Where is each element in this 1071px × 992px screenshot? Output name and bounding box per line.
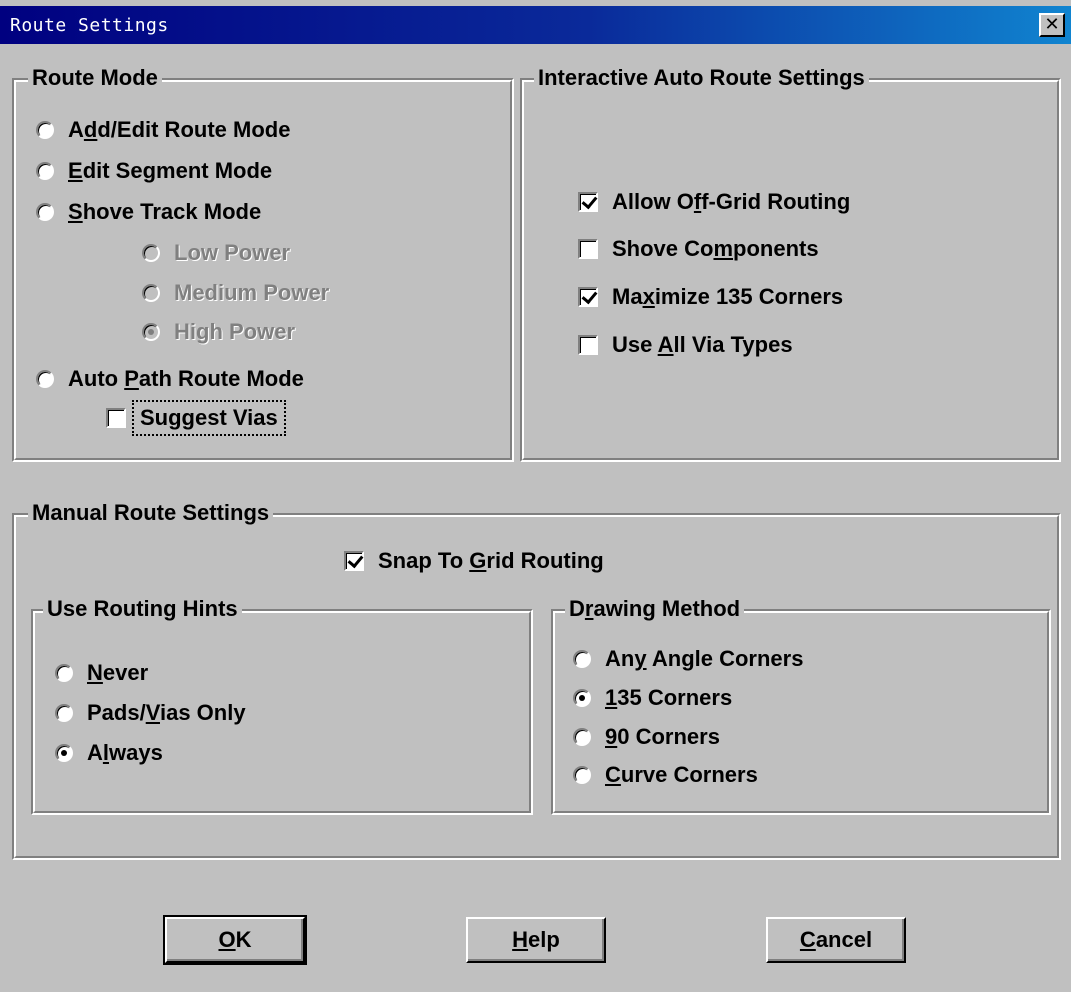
allow-off-grid-routing-label: Allow Off-Grid Routing [612,189,851,214]
checkbox-indicator [578,287,598,307]
low-power-label: Low Power [174,240,291,265]
interactive-auto-route-group: Interactive Auto Route Settings Allow Of… [520,63,1061,462]
radio-indicator [142,244,160,262]
use-all-via-types-checkbox[interactable]: Use All Via Types [578,331,793,359]
radio-indicator [142,284,160,302]
medium-power-label: Medium Power [174,280,330,305]
radio-indicator [36,370,54,388]
ok-label: OK [218,927,252,952]
radio-indicator [573,650,591,668]
always-radio[interactable]: Always [55,739,163,767]
low-power-radio[interactable]: Low Power [142,239,290,267]
pads-vias-only-radio[interactable]: Pads/Vias Only [55,699,246,727]
checkbox-indicator [578,192,598,212]
shove-components-label: Shove Components [612,236,819,261]
auto-path-route-mode-radio[interactable]: Auto Path Route Mode [36,365,304,393]
close-button[interactable]: ✕ [1039,13,1065,37]
135-corners-radio[interactable]: 135 Corners [573,684,732,712]
cancel-button[interactable]: Cancel [766,917,906,963]
radio-indicator [36,162,54,180]
add-edit-route-mode-label: Add/Edit Route Mode [68,117,291,142]
title-bar: Route Settings ✕ [0,6,1071,44]
manual-route-settings-group: Manual Route Settings Snap To Grid Routi… [12,498,1061,860]
suggest-vias-checkbox[interactable]: Suggest Vias [106,400,286,436]
curve-corners-label: Curve Corners [605,762,758,787]
edit-segment-mode-radio[interactable]: Edit Segment Mode [36,157,272,185]
checkbox-indicator [578,239,598,259]
radio-indicator [573,728,591,746]
always-label: Always [87,740,163,765]
pads-vias-only-label: Pads/Vias Only [87,700,246,725]
route-mode-legend: Route Mode [28,63,162,93]
manual-route-settings-legend: Manual Route Settings [28,498,274,528]
radio-indicator [55,744,73,762]
route-settings-dialog: Route Settings ✕ Route Mode Add/Edit Rou… [0,0,1071,992]
medium-power-radio[interactable]: Medium Power [142,279,329,307]
shove-track-mode-label: Shove Track Mode [68,199,262,224]
use-all-via-types-label: Use All Via Types [612,332,793,357]
drawing-method-legend: Drawing Method [565,594,745,624]
shove-components-checkbox[interactable]: Shove Components [578,235,819,263]
snap-to-grid-routing-label: Snap To Grid Routing [378,548,604,573]
checkbox-indicator [106,408,126,428]
radio-indicator [36,121,54,139]
drawing-method-group: Drawing Method Any Angle Corners 135 Cor… [551,594,1051,815]
route-mode-group: Route Mode Add/Edit Route Mode Edit Segm… [12,63,514,462]
maximize-135-corners-label: Maximize 135 Corners [612,284,844,309]
maximize-135-corners-checkbox[interactable]: Maximize 135 Corners [578,283,843,311]
high-power-radio[interactable]: High Power [142,318,295,346]
any-angle-corners-label: Any Angle Corners [605,646,804,671]
window-title: Route Settings [10,15,169,36]
suggest-vias-label: Suggest Vias [132,400,286,436]
never-label: Never [87,660,149,685]
curve-corners-radio[interactable]: Curve Corners [573,761,758,789]
radio-indicator [142,323,160,341]
radio-indicator [573,689,591,707]
135-corners-label: 135 Corners [605,685,733,710]
checkbox-indicator [578,335,598,355]
radio-indicator [55,664,73,682]
high-power-label: High Power [174,319,296,344]
use-routing-hints-group: Use Routing Hints Never Pads/Vias Only A… [31,594,533,815]
add-edit-route-mode-radio[interactable]: Add/Edit Route Mode [36,116,290,144]
allow-off-grid-routing-checkbox[interactable]: Allow Off-Grid Routing [578,188,850,216]
help-button[interactable]: Help [466,917,606,963]
90-corners-label: 90 Corners [605,724,720,749]
cancel-label: Cancel [799,927,873,952]
checkbox-indicator [344,551,364,571]
auto-path-route-mode-label: Auto Path Route Mode [68,366,304,391]
snap-to-grid-routing-checkbox[interactable]: Snap To Grid Routing [344,547,604,575]
shove-track-mode-radio[interactable]: Shove Track Mode [36,198,261,226]
ok-button[interactable]: OK [163,915,307,965]
edit-segment-mode-label: Edit Segment Mode [68,158,273,183]
help-label: Help [512,927,560,952]
interactive-auto-route-legend: Interactive Auto Route Settings [534,63,869,93]
never-radio[interactable]: Never [55,659,148,687]
radio-indicator [36,203,54,221]
use-routing-hints-legend: Use Routing Hints [43,594,242,624]
90-corners-radio[interactable]: 90 Corners [573,723,720,751]
close-icon: ✕ [1044,14,1060,35]
radio-indicator [55,704,73,722]
any-angle-corners-radio[interactable]: Any Angle Corners [573,645,803,673]
radio-indicator [573,766,591,784]
